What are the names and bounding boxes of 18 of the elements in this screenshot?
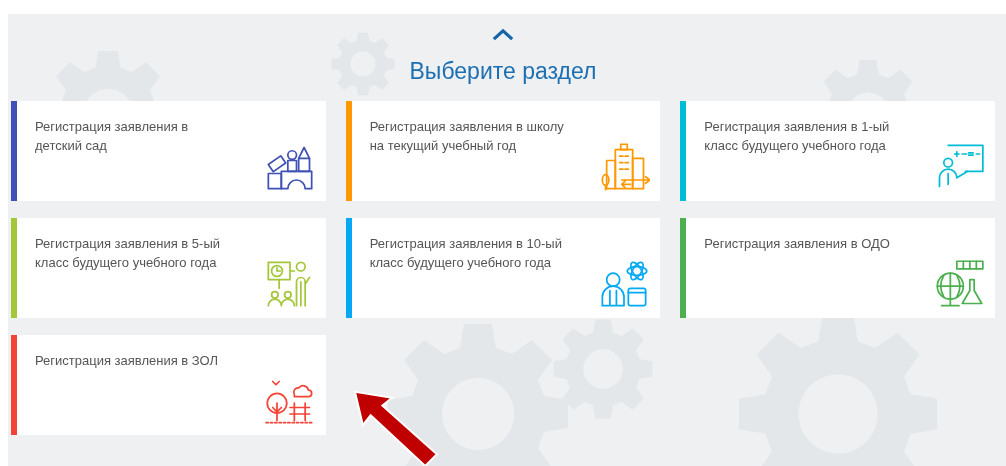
card-title: Регистрация заявления в 1-ый класс будущего учебного года bbox=[704, 118, 891, 155]
student-and-atom-icon bbox=[598, 258, 651, 310]
globe-and-flask-icon bbox=[933, 258, 985, 310]
card-title: Регистрация заявления в школу на текущий учебный год bbox=[369, 118, 565, 155]
section-card[interactable]: Регистрация заявления в детский сад bbox=[11, 101, 326, 201]
section-card[interactable]: Регистрация заявления в 1-ый класс будущего учебного года bbox=[680, 101, 995, 201]
section-card[interactable]: Регистрация заявления в 10-ый класс будущего учебного года bbox=[345, 218, 661, 318]
card-title: Регистрация заявления в 10-ый класс будущего учебного года bbox=[369, 235, 563, 272]
section-card[interactable]: Регистрация заявления в ОДО bbox=[680, 218, 995, 318]
chevron-up-icon[interactable] bbox=[492, 28, 514, 41]
section-card[interactable]: Регистрация заявления в ЗОЛ bbox=[11, 335, 326, 435]
section-card[interactable]: Регистрация заявления в 5-ый класс будущего учебного года bbox=[11, 218, 326, 318]
section-heading: Выберите раздел bbox=[409, 57, 597, 85]
card-title: Регистрация заявления в ЗОЛ bbox=[35, 352, 220, 370]
card-title: Регистрация заявления в ОДО bbox=[704, 235, 891, 253]
section-card[interactable]: Регистрация заявления в школу на текущий учебный год bbox=[345, 101, 661, 201]
card-title: Регистрация заявления в 5-ый класс будущего учебного года bbox=[35, 235, 222, 272]
card-title: Регистрация заявления в детский сад bbox=[35, 118, 190, 155]
